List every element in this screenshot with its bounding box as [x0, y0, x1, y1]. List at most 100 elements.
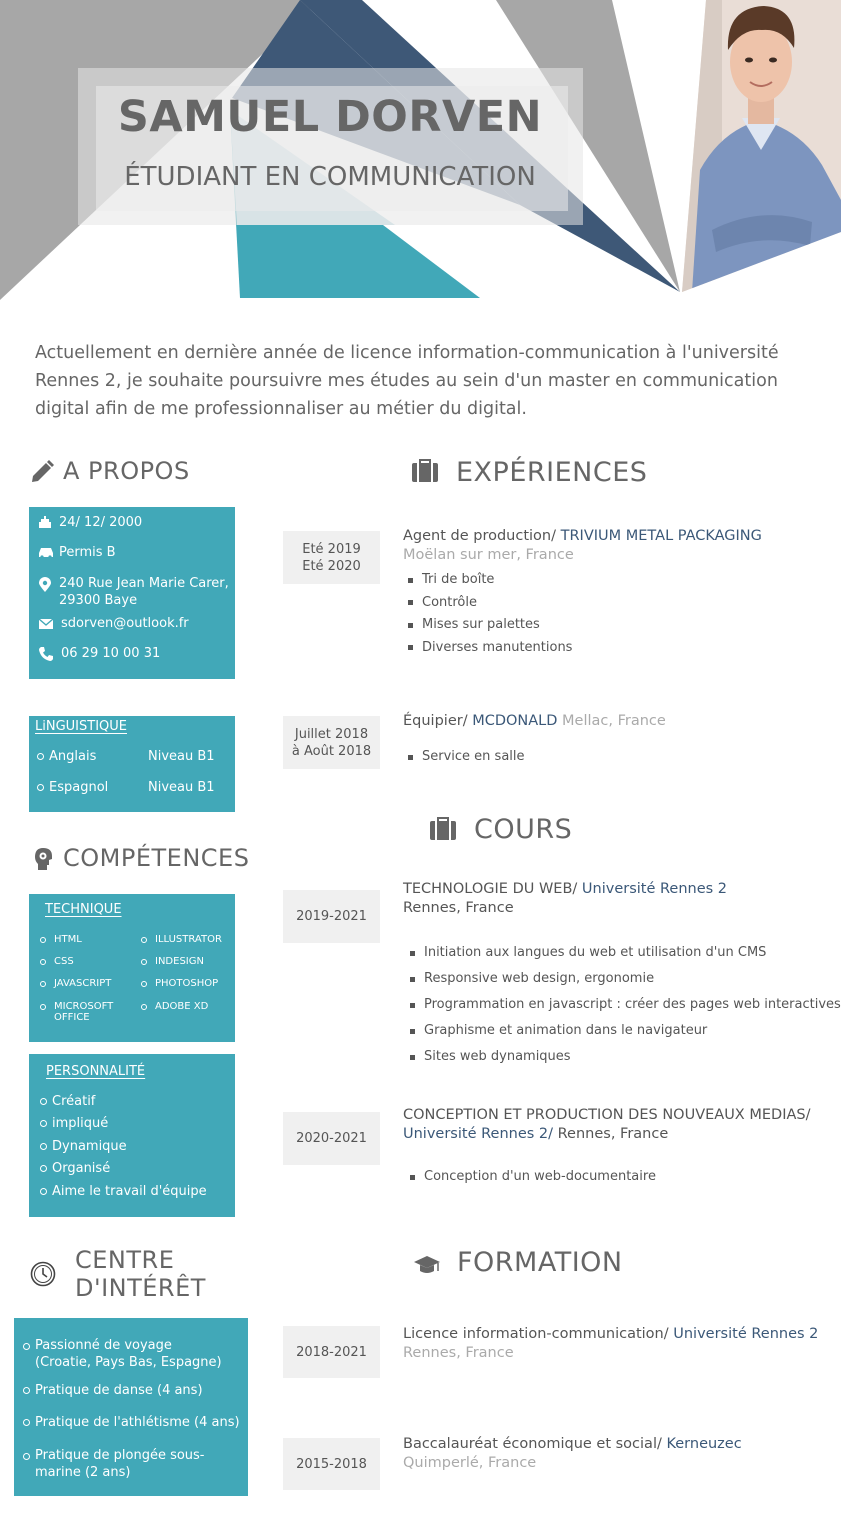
experience-location: Moëlan sur mer, France [403, 547, 574, 563]
skill-photoshop: PHOTOSHOP [155, 978, 219, 989]
skill-adobe-xd: ADOBE XD [155, 1001, 209, 1012]
address-row: 240 Rue Jean Marie Carer, 29300 Baye [38, 575, 233, 609]
topic-item: Sites web dynamiques [410, 1044, 841, 1070]
language-level: Niveau B1 [148, 749, 215, 764]
personality-trait: Aime le travail d'équipe [52, 1184, 207, 1199]
bullet-circle [40, 1188, 47, 1195]
email-row: sdorven@outlook.fr [38, 616, 189, 631]
date-end: à Août 2018 [291, 743, 372, 759]
school-name: Université Rennes 2 [673, 1326, 819, 1342]
candidate-name: SAMUEL DORVEN [117, 92, 543, 142]
courses-section-title: COURS [474, 814, 573, 845]
bullet-circle [23, 1387, 30, 1394]
topic-list: Conception d'un web-documentaire [410, 1166, 656, 1188]
interest-text: Pratique de plongée sous-marine (2 ans) [35, 1448, 205, 1480]
job-title: ÉTUDIANT EN COMMUNICATION [124, 162, 536, 192]
briefcase-icon [412, 459, 438, 482]
personality-item: Créatif [40, 1094, 95, 1109]
company-name: MCDONALD [472, 713, 558, 729]
bullet-circle [141, 936, 147, 943]
course-school-line: Université Rennes 2/ Rennes, France [403, 1126, 668, 1142]
course-date: 2019-2021 [283, 890, 380, 943]
experience-title: Équipier/ MCDONALD Mellac, France [403, 713, 666, 729]
date-end: Eté 2020 [302, 558, 361, 574]
education-location: Rennes, France [403, 1345, 514, 1361]
bullet-square [408, 754, 413, 760]
interest-item: Pratique de danse (4 ans) [23, 1383, 203, 1398]
experiences-section-title: EXPÉRIENCES [456, 457, 648, 488]
bullet-square [408, 600, 413, 606]
bullet-square [408, 577, 413, 583]
bullet-square [408, 645, 413, 651]
topic-item: Programmation en javascript : créer des … [410, 992, 841, 1018]
clock-icon [30, 1261, 56, 1287]
bullet-circle [37, 753, 44, 760]
task-item: Tri de boîte [408, 569, 572, 592]
language-name: Espagnol [49, 780, 109, 795]
education-date: 2015-2018 [283, 1438, 380, 1490]
task-text: Tri de boîte [422, 572, 495, 587]
technical-skills-panel: TECHNIQUE HTML CSS JAVASCRIPT MICROSOFT … [29, 894, 235, 1042]
interest-text: Passionné de voyage (Croatie, Pays Bas, … [35, 1338, 222, 1370]
skill-microsoft-office: MICROSOFT OFFICE [54, 1001, 114, 1023]
language-level: Niveau B1 [148, 780, 215, 795]
personality-item: Organisé [40, 1161, 110, 1176]
personality-panel: PERSONNALITÉ Créatif impliqué Dynamique … [29, 1054, 235, 1217]
degree-name: Baccalauréat économique et social/ [403, 1436, 667, 1452]
birthdate-row: 24/ 12/ 2000 [38, 515, 142, 530]
intro-paragraph: Actuellement en dernière année de licenc… [35, 343, 779, 419]
course-location: Rennes, France [403, 900, 514, 916]
phone-number: 06 29 10 00 31 [61, 646, 161, 661]
skill-item: ADOBE XD [141, 1001, 208, 1012]
bullet-circle [141, 980, 147, 987]
topic-item: Initiation aux langues du web et utilisa… [410, 940, 841, 966]
job-role: Équipier/ [403, 713, 473, 729]
topic-text: Programmation en javascript : créer des … [424, 997, 841, 1012]
education-section-title: FORMATION [457, 1247, 623, 1278]
cake-icon [39, 516, 51, 528]
birthdate: 24/ 12/ 2000 [59, 515, 143, 530]
date-start: Eté 2019 [302, 541, 361, 557]
personality-trait: Créatif [52, 1094, 96, 1109]
bullet-circle [40, 958, 46, 965]
skill-item: CSS [40, 956, 74, 967]
driving-license: Permis B [59, 545, 116, 560]
bullet-circle [40, 1120, 47, 1127]
topic-list: Initiation aux langues du web et utilisa… [410, 940, 841, 1070]
experience-date: Juillet 2018 à Août 2018 [283, 716, 380, 769]
task-item: Service en salle [408, 746, 525, 769]
course-name: TECHNOLOGIE DU WEB/ [403, 881, 582, 897]
skill-item: JAVASCRIPT [40, 978, 111, 989]
company-name: TRIVIUM METAL PACKAGING [560, 528, 762, 544]
personality-trait: Dynamique [52, 1139, 127, 1154]
topic-text: Graphisme et animation dans le navigateu… [424, 1023, 708, 1038]
education-title: Baccalauréat économique et social/ Kerne… [403, 1436, 742, 1452]
topic-item: Responsive web design, ergonomie [410, 966, 841, 992]
license-row: Permis B [38, 545, 116, 560]
bullet-circle [40, 1165, 47, 1172]
interests-section-title: CENTRE D'INTÉRÊT [75, 1246, 206, 1302]
degree-name: Licence information-communication/ [403, 1326, 674, 1342]
task-text: Mises sur palettes [422, 617, 540, 632]
languages-title: LiNGUISTIQUE [35, 719, 127, 734]
course-title: TECHNOLOGIE DU WEB/ Université Rennes 2 [403, 881, 727, 897]
course-title: CONCEPTION ET PRODUCTION DES NOUVEAUX ME… [403, 1107, 811, 1123]
skill-item: HTML [40, 934, 82, 945]
skill-item: PHOTOSHOP [141, 978, 218, 989]
school-name: Kerneuzec [666, 1436, 742, 1452]
personality-trait: Organisé [52, 1161, 111, 1176]
technical-skills-title: TECHNIQUE [45, 902, 122, 917]
task-item: Mises sur palettes [408, 614, 572, 637]
education-location: Quimperlé, France [403, 1455, 537, 1471]
bullet-circle [40, 1143, 47, 1150]
topic-text: Responsive web design, ergonomie [424, 971, 655, 986]
interest-item: Pratique de plongée sous-marine (2 ans) [23, 1447, 223, 1481]
bullet-circle [23, 1343, 30, 1350]
topic-item: Graphisme et animation dans le navigateu… [410, 1018, 841, 1044]
personality-title: PERSONNALITÉ [46, 1064, 146, 1079]
topic-item: Conception d'un web-documentaire [410, 1166, 656, 1188]
pencil-icon [32, 460, 54, 482]
language-name: Anglais [49, 749, 97, 764]
personality-trait: impliqué [52, 1116, 109, 1131]
location-pin-icon [39, 577, 51, 592]
